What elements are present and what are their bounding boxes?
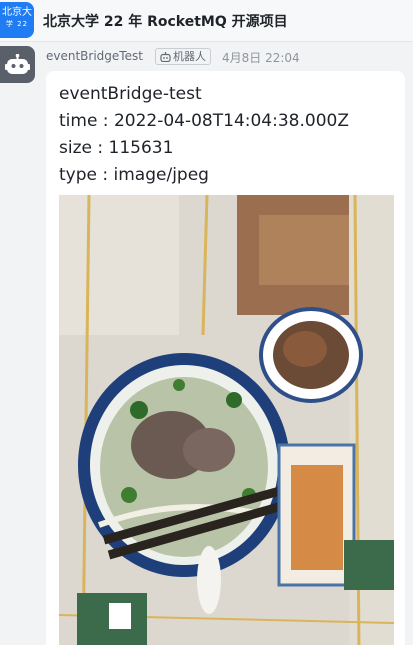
group-avatar-line2: 学 22 <box>5 20 29 28</box>
message-line-size: size : 115631 <box>59 138 174 158</box>
chat-header: 北京大 学 22 北京大学 22 年 RocketMQ 开源项目 <box>0 0 413 42</box>
sender-name[interactable]: eventBridgeTest <box>46 49 143 63</box>
group-avatar[interactable]: 北京大 学 22 <box>0 2 34 38</box>
bot-avatar[interactable] <box>0 46 35 83</box>
message-line-time: time : 2022-04-08T14:04:38.000Z <box>59 111 349 131</box>
message-bubble[interactable]: eventBridge-test time : 2022-04-08T14:04… <box>46 71 405 645</box>
message-image[interactable] <box>59 195 394 645</box>
group-avatar-line1: 北京大 <box>2 7 32 18</box>
robot-icon <box>5 54 30 74</box>
bot-tag: 机器人 <box>155 48 211 65</box>
message-line-type: type : image/jpeg <box>59 165 209 185</box>
robot-icon <box>160 51 171 62</box>
chat-title[interactable]: 北京大学 22 年 RocketMQ 开源项目 <box>43 11 288 31</box>
message-time: 4月8日 22:04 <box>222 51 300 65</box>
bot-tag-label: 机器人 <box>173 50 206 63</box>
message-line-title: eventBridge-test <box>59 84 202 104</box>
food-photo <box>59 195 394 645</box>
